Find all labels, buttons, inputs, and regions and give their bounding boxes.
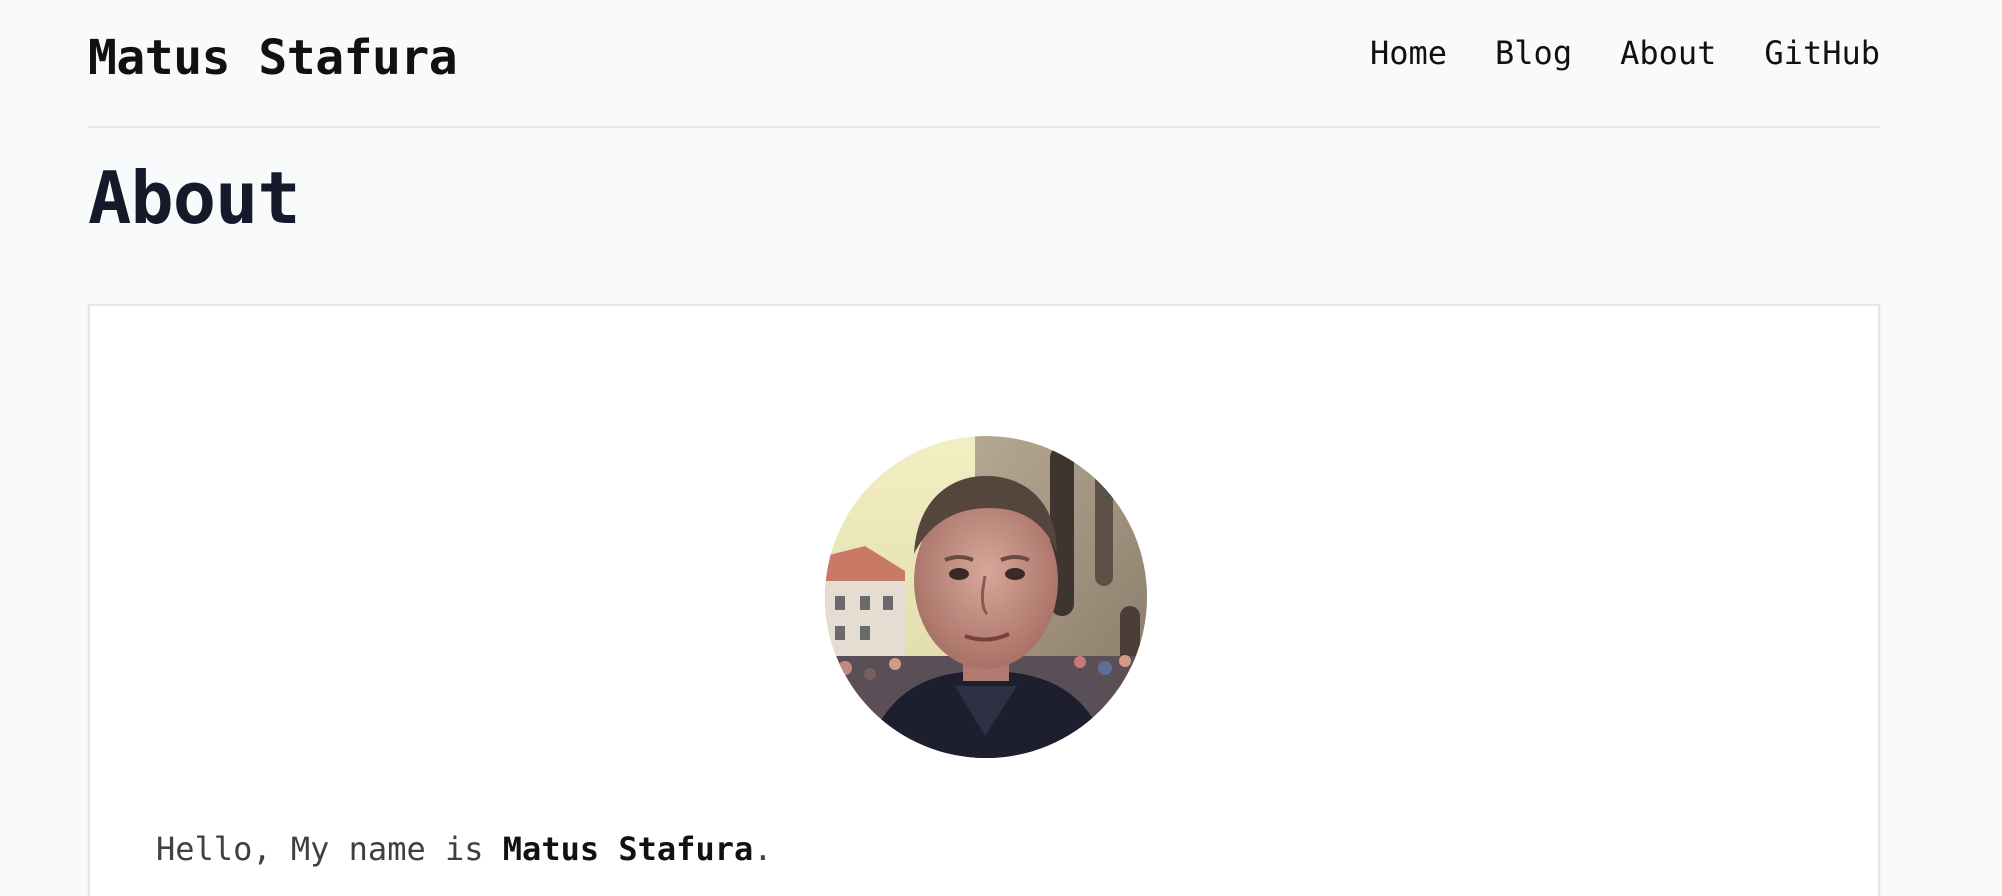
intro-prefix: Hello, My name is [156, 830, 503, 868]
page-title: About [88, 156, 301, 240]
site-header: Matus Stafura Home Blog About GitHub [88, 0, 1880, 128]
nav-about-link[interactable]: About [1620, 34, 1716, 72]
page: Matus Stafura Home Blog About GitHub Abo… [0, 0, 2002, 896]
nav-github-link[interactable]: GitHub [1764, 34, 1880, 72]
about-card: Hello, My name is Matus Stafura. [88, 304, 1880, 896]
site-title-link[interactable]: Matus Stafura [88, 30, 458, 86]
avatar [825, 436, 1147, 758]
main-nav: Home Blog About GitHub [1370, 34, 1880, 72]
intro-text: Hello, My name is Matus Stafura. [156, 830, 773, 868]
author-name: Matus Stafura [502, 830, 754, 868]
nav-blog-link[interactable]: Blog [1495, 34, 1572, 72]
nav-home-link[interactable]: Home [1370, 34, 1447, 72]
intro-suffix: . [753, 830, 773, 868]
profile-photo-icon [825, 436, 1147, 758]
